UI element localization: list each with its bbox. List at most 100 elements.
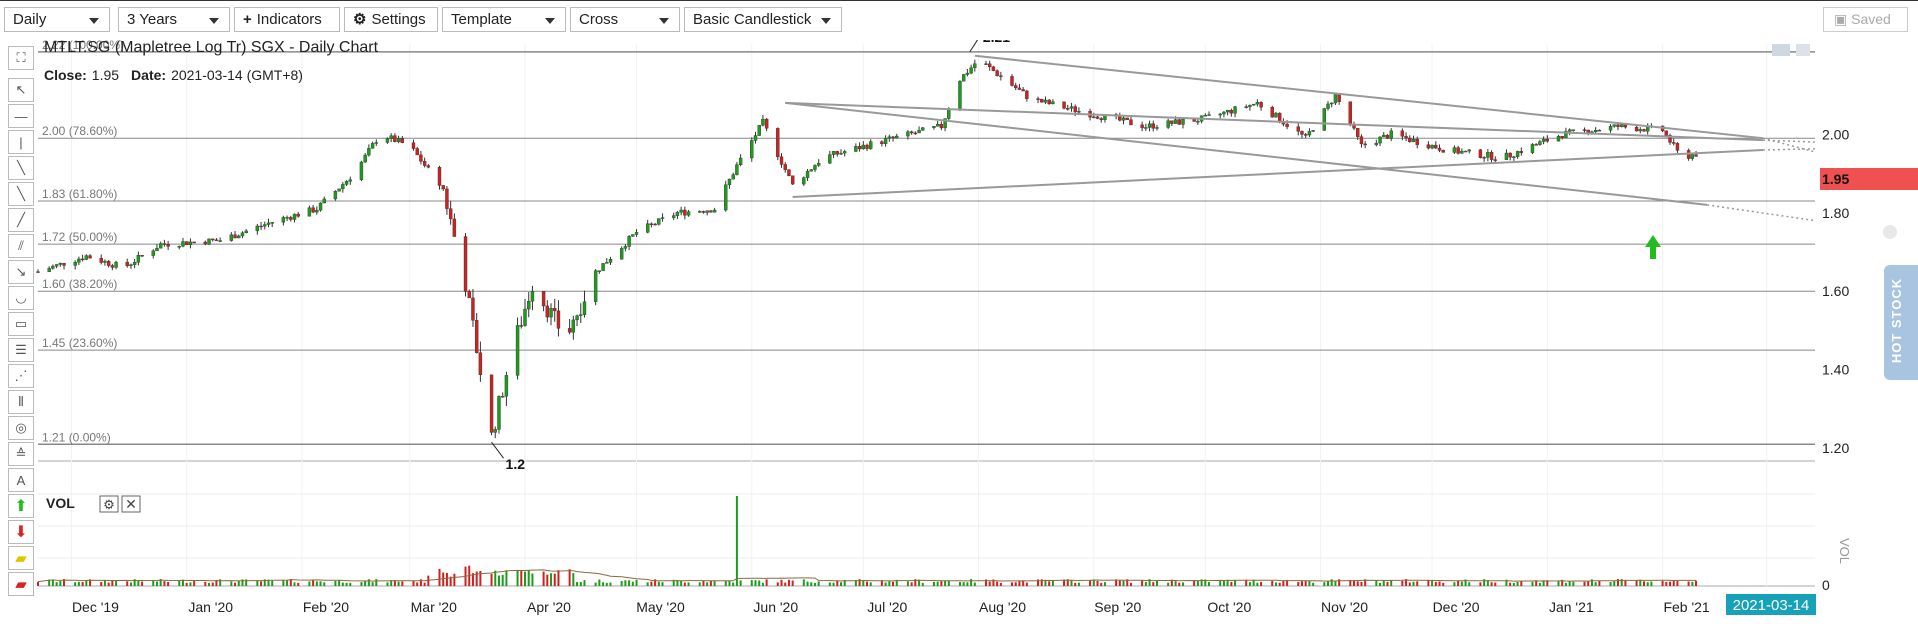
close-badge-icon[interactable]: [1883, 225, 1897, 239]
candle-body: [166, 244, 170, 247]
candle-body: [750, 140, 754, 159]
candle-body: [311, 207, 315, 213]
candle-body: [237, 235, 241, 239]
current-date-label: 2021-03-14: [1733, 597, 1810, 614]
candle-body: [333, 191, 338, 200]
volume-bar: [100, 582, 103, 586]
gear-icon: ⚙: [353, 11, 367, 28]
volume-bar: [810, 582, 813, 586]
candle-body: [764, 118, 769, 129]
volume-bar: [137, 580, 140, 586]
volume-bar: [163, 581, 166, 586]
candle-body: [426, 165, 431, 168]
candle-body: [1408, 137, 1412, 142]
chart-style-select[interactable]: Basic Candlestick: [684, 7, 842, 32]
volume-bar: [1089, 580, 1092, 586]
y-tick-label: 2.00: [1822, 126, 1849, 142]
candle-body: [958, 80, 962, 110]
candle-body: [370, 143, 375, 149]
indicators-button[interactable]: + Indicators: [234, 7, 340, 32]
volume-bar: [1594, 582, 1597, 586]
volume-bar: [271, 580, 274, 586]
volume-bar: [1382, 580, 1385, 586]
volume-bar: [806, 581, 809, 586]
settings-button[interactable]: ⚙ Settings: [344, 7, 438, 32]
candle-body: [727, 178, 732, 186]
saved-button[interactable]: ▣ Saved: [1823, 7, 1908, 32]
saved-label: Saved: [1851, 11, 1891, 27]
volume-bar: [1011, 582, 1014, 586]
candle-body: [1147, 123, 1152, 128]
volume-bar: [349, 582, 352, 586]
candle-body: [244, 230, 248, 234]
candle-body: [1017, 87, 1022, 90]
volume-bar: [531, 573, 534, 586]
volume-bar: [1334, 581, 1337, 586]
candle-body: [1229, 110, 1234, 114]
candle-body: [500, 396, 505, 398]
volume-bar: [594, 582, 597, 586]
candle-body: [887, 136, 892, 139]
candle-body: [891, 136, 895, 139]
candle-body: [776, 128, 780, 157]
candle-body: [162, 243, 167, 245]
volume-bar: [765, 579, 768, 586]
hot-stock-tab[interactable]: HOT STOCK: [1884, 265, 1918, 380]
volume-bar: [1167, 582, 1170, 586]
template-select[interactable]: Template: [442, 7, 566, 32]
image-icon[interactable]: [1772, 44, 1790, 56]
y-tick-label: 1.60: [1822, 283, 1849, 299]
candle-body: [1512, 156, 1516, 158]
candle-body: [608, 259, 613, 263]
range-select[interactable]: 3 Years: [118, 7, 230, 32]
volume-bar: [1300, 581, 1303, 586]
candle-body: [448, 208, 453, 220]
annotation-label: 2.21: [983, 40, 1010, 45]
volume-bar: [1509, 582, 1512, 586]
candle-body: [869, 141, 873, 149]
candle-body: [909, 131, 914, 134]
candle-body: [88, 255, 92, 259]
screenshot-icons[interactable]: [1772, 44, 1810, 56]
candle-body: [519, 325, 523, 327]
interval-select[interactable]: Daily: [4, 7, 110, 32]
candle-body: [158, 243, 163, 249]
candle-body: [541, 290, 546, 307]
candlestick-chart[interactable]: 2.22 (100.00%)2.00 (78.60%)1.83 (61.80%)…: [0, 40, 1918, 640]
volume-bar: [1442, 582, 1445, 586]
volume-bar: [1695, 580, 1698, 586]
volume-bar: [1118, 580, 1121, 586]
volume-bar: [683, 582, 686, 586]
volume-bar: [661, 582, 664, 586]
volume-bar: [546, 574, 549, 586]
volume-bar: [776, 582, 779, 586]
volume-bar: [550, 573, 553, 586]
candle-body: [1092, 116, 1096, 119]
volume-bar: [1100, 582, 1103, 586]
candle-body: [292, 213, 297, 220]
candle-body: [1155, 127, 1159, 129]
volume-bar: [605, 582, 608, 586]
candle-body: [255, 225, 260, 232]
candle-body: [802, 177, 806, 185]
candle-body: [493, 429, 497, 433]
candle-body: [296, 213, 300, 217]
volume-panel-label: VOL: [46, 495, 75, 511]
volume-bar: [319, 581, 322, 586]
close-icon: ✕: [125, 496, 137, 512]
volume-bar: [1665, 581, 1668, 586]
print-icon[interactable]: [1796, 44, 1810, 56]
volume-bar: [527, 570, 530, 586]
candle-body: [1567, 129, 1572, 132]
candle-body: [1207, 114, 1211, 116]
candle-body: [809, 169, 813, 172]
chevron-down-icon: [545, 18, 555, 24]
candle-body: [961, 74, 966, 82]
candle-body: [1330, 102, 1334, 105]
volume-bar: [1512, 582, 1515, 586]
cursor-select[interactable]: Cross: [570, 7, 680, 32]
candle-body: [270, 222, 274, 224]
candle-body: [411, 142, 416, 149]
candle-body: [1467, 149, 1471, 152]
volume-bar: [1483, 579, 1486, 586]
